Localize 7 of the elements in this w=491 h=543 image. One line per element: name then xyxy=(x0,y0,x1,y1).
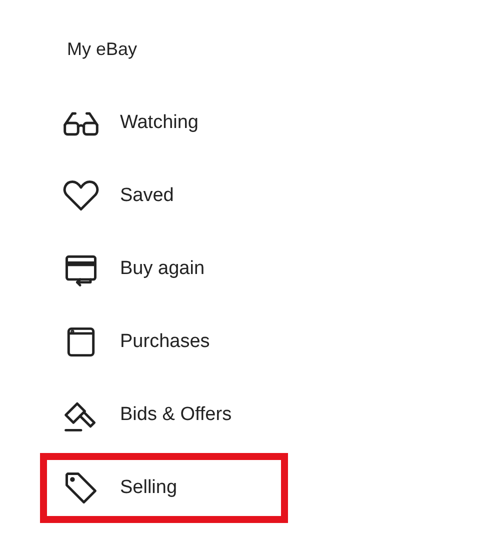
menu-item[interactable]: Saved xyxy=(120,185,174,207)
menu-item[interactable]: Selling xyxy=(120,477,178,499)
menu-item[interactable]: Bids & Offers xyxy=(120,404,232,426)
menu-item[interactable]: Purchases xyxy=(120,331,210,353)
menu-item[interactable]: Buy again xyxy=(120,258,205,280)
menu-title: My eBay xyxy=(66,38,138,61)
menu-item[interactable]: Watching xyxy=(120,112,198,134)
